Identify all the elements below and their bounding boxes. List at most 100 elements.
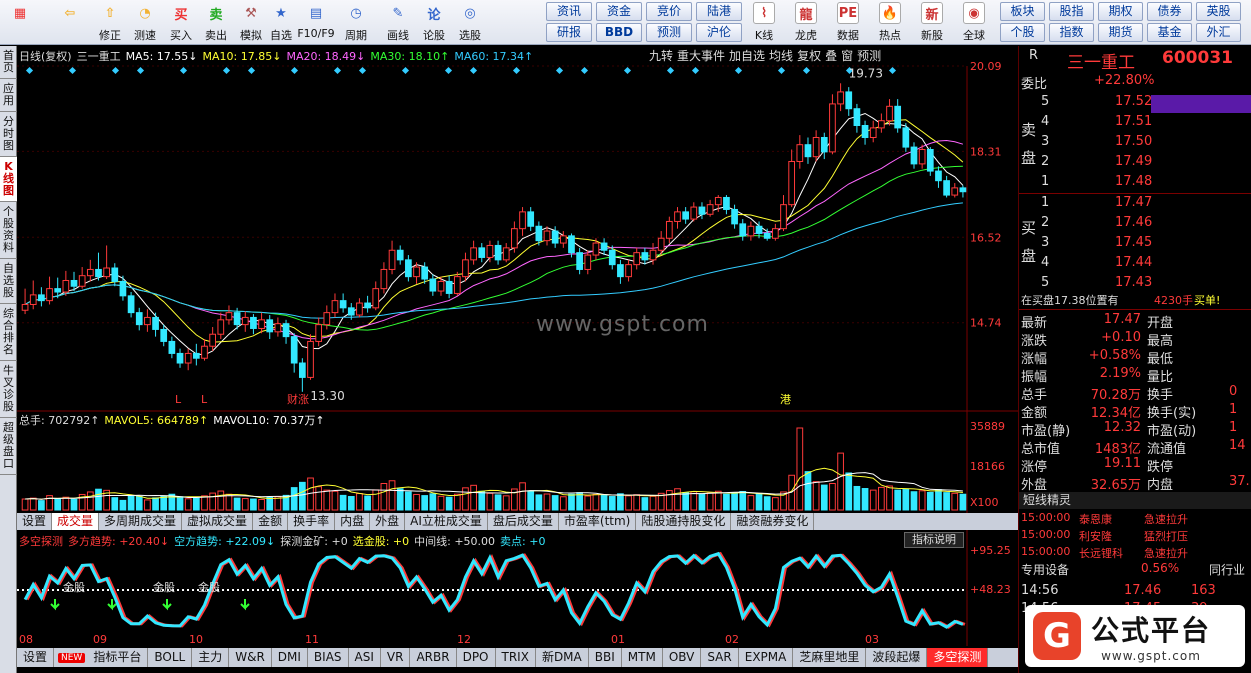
indicator-tab[interactable]: TRIX	[496, 648, 536, 667]
globe-button[interactable]: ◉ 全球	[955, 2, 993, 43]
market-button[interactable]: 英股	[1196, 2, 1241, 21]
indicator-tab[interactable]: EXPMA	[739, 648, 794, 667]
sell-button[interactable]: 卖卖出	[198, 2, 234, 43]
side-tab[interactable]: K线图	[0, 157, 17, 202]
pencil-button[interactable]: ✎ 画线	[380, 2, 416, 43]
volume-indicator-tab[interactable]: 外盘	[370, 513, 406, 530]
chart-area[interactable]: 20.09 18.31 16.52 14.74 19.73 13.30 L L 财涨 港 35889…	[17, 46, 1018, 673]
volume-indicator-tab[interactable]: 盘后成交量	[488, 513, 559, 530]
quick-button[interactable]: 竞价	[646, 2, 692, 21]
kline-tool-button[interactable]: 预测	[857, 47, 881, 64]
indicator-explain-button[interactable]: 指标说明	[904, 532, 964, 548]
market-button[interactable]: 指数	[1049, 23, 1094, 42]
kline-tool-button[interactable]: 均线	[769, 47, 793, 64]
quote-cell: 2	[1041, 215, 1050, 230]
indicator-tab[interactable]: ARBR	[410, 648, 457, 667]
side-tabs: 首页 应用 分时图 K线图 个股资料 自选股 综合排名 牛叉诊股 超级盘口	[0, 46, 17, 673]
indicator-tab[interactable]: ASI	[349, 648, 381, 667]
dragon-tiger-button[interactable]: 龍龙虎	[787, 2, 825, 43]
side-tab[interactable]: 超级盘口	[0, 418, 17, 475]
market-button[interactable]: 基金	[1147, 23, 1192, 42]
side-tab[interactable]: 综合排名	[0, 304, 17, 361]
volume-bar	[690, 491, 698, 511]
market-button[interactable]: 外汇	[1196, 23, 1241, 42]
quick-button[interactable]: 陆港	[696, 2, 742, 21]
side-tab[interactable]: 自选股	[0, 259, 17, 304]
side-tab[interactable]: 分时图	[0, 112, 17, 157]
quick-button[interactable]: 资金	[596, 2, 642, 21]
market-button[interactable]: 期货	[1098, 23, 1143, 42]
side-tab[interactable]: 首页	[0, 46, 17, 79]
clock-button[interactable]: ◷ 周期	[338, 2, 374, 43]
speed-button[interactable]: ◔ 测速	[127, 2, 163, 43]
volume-indicator-tab[interactable]: 成交量	[52, 513, 100, 530]
hot-button[interactable]: 🔥 热点	[871, 2, 909, 43]
quick-button[interactable]: 研报	[546, 23, 592, 42]
quick-button[interactable]: 资讯	[546, 2, 592, 21]
volume-indicator-tab[interactable]: AI立桩成交量	[405, 513, 488, 530]
indicator-tab[interactable]: 主力	[192, 648, 230, 667]
pe-button[interactable]: PE 数据	[829, 2, 867, 43]
quote-cell: 4	[1041, 114, 1050, 129]
select-stock-button[interactable]: ◎ 选股	[452, 2, 488, 43]
volume-indicator-tab[interactable]: 陆股通持股变化	[636, 513, 732, 530]
volume-indicator-tab[interactable]: 换手率	[288, 513, 336, 530]
market-button[interactable]: 板块	[1000, 2, 1045, 21]
indicator-tab[interactable]: OBV	[663, 648, 702, 667]
indicator-tab[interactable]: 多空探测	[927, 648, 989, 667]
indicator-tab[interactable]: W&R	[229, 648, 272, 667]
side-tab[interactable]: 应用	[0, 79, 17, 112]
back-arrow-button[interactable]: ⇦	[52, 2, 88, 43]
market-button[interactable]: 期权	[1098, 2, 1143, 21]
kline-tool-button[interactable]: 叠	[825, 47, 837, 64]
kline-tool-button[interactable]: 复权	[797, 47, 821, 64]
side-tab[interactable]: 个股资料	[0, 202, 17, 259]
gspt-logo: G 公式平台 www.gspt.com	[1025, 605, 1245, 667]
star-button[interactable]: ★ 自选	[263, 2, 299, 43]
buy-button[interactable]: 买买入	[163, 2, 199, 43]
f10-button[interactable]: ▤ F10/F9	[297, 2, 334, 43]
market-button[interactable]: 股指	[1049, 2, 1094, 21]
kline-button[interactable]: ⌇ K线	[745, 2, 783, 43]
chart-canvas[interactable]: 20.09 18.31 16.52 14.74 19.73 13.30 L L 财涨 港 35889…	[17, 46, 1018, 673]
volume-bar	[674, 488, 681, 511]
indicator-tab[interactable]: 指标平台	[87, 648, 149, 667]
quick-button[interactable]: 预测	[646, 23, 692, 42]
kline-tool-button[interactable]: 加自选	[729, 47, 765, 64]
indicator-tab[interactable]: BIAS	[308, 648, 349, 667]
indicator-tab[interactable]: BBI	[589, 648, 622, 667]
indicator-tab[interactable]: SAR	[701, 648, 739, 667]
quick-button[interactable]: BBD	[596, 23, 642, 42]
volume-indicator-tab[interactable]: 融资融券变化	[731, 513, 815, 530]
volume-indicator-tab[interactable]: 多周期成交量	[99, 513, 183, 530]
indicator-tab[interactable]: VR	[381, 648, 411, 667]
indicator-tab[interactable]: MTM	[622, 648, 663, 667]
quote-cell: 猛烈打压	[1144, 530, 1188, 543]
indicator-tab[interactable]: DPO	[457, 648, 496, 667]
kline-tool-button[interactable]: 窗	[841, 47, 853, 64]
volume-indicator-tab[interactable]: 市盈率(ttm)	[559, 513, 637, 530]
indicator-tab[interactable]: 设置	[17, 648, 55, 667]
market-button[interactable]: 债券	[1147, 2, 1192, 21]
kline-tool-button[interactable]: 重大事件	[677, 47, 725, 64]
indicator-tab[interactable]: DMI	[272, 648, 308, 667]
indicator-tab[interactable]: 波段起爆	[866, 648, 928, 667]
volume-indicator-tab[interactable]: 内盘	[335, 513, 371, 530]
volume-indicator-tab[interactable]: 虚拟成交量	[182, 513, 254, 530]
indicator-tab[interactable]: 新DMA	[536, 648, 589, 667]
kline-tool-button[interactable]: 九转	[649, 47, 673, 64]
side-tab[interactable]: 牛叉诊股	[0, 361, 17, 418]
up-arrow-button[interactable]: ⇧ 修正	[92, 2, 128, 43]
volume-indicator-tab[interactable]: 设置	[17, 513, 53, 530]
discuss-button[interactable]: 论论股	[416, 2, 452, 43]
header-value: 日线(复权)	[19, 50, 72, 63]
volume-indicator-tab[interactable]: 金额	[253, 513, 289, 530]
market-button[interactable]: 个股	[1000, 23, 1045, 42]
indicator-tab[interactable]: BOLL	[148, 648, 193, 667]
quote-cell: 12.34亿	[1090, 406, 1141, 421]
grid-button[interactable]: ▦	[2, 2, 38, 43]
indicator-tab[interactable]: 芝麻里地里	[793, 648, 867, 667]
quick-button[interactable]: 沪伦	[696, 23, 742, 42]
new-stock-button[interactable]: 新新股	[913, 2, 951, 43]
volume-bar	[837, 452, 844, 511]
